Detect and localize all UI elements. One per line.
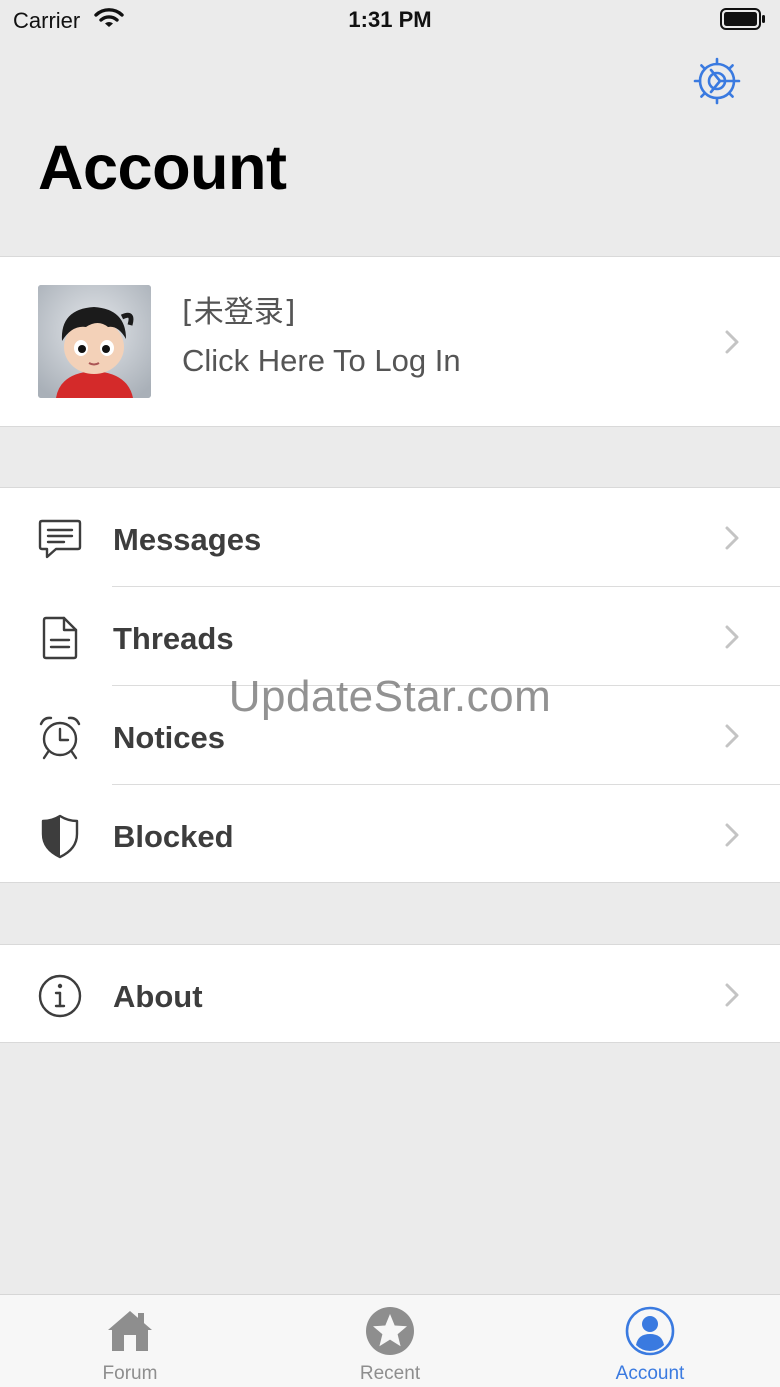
menu-item-label: Threads	[113, 621, 234, 656]
menu-item-notices[interactable]: Notices	[0, 686, 780, 785]
chevron-right-icon	[725, 526, 739, 550]
login-prompt: Click Here To Log In	[182, 343, 461, 378]
settings-button[interactable]	[692, 56, 742, 106]
cartoon-avatar-icon	[38, 285, 151, 398]
account-menu: Messages Threads Notices Blocked	[0, 487, 780, 883]
person-icon	[625, 1306, 675, 1356]
chevron-right-icon	[725, 330, 739, 354]
menu-item-about[interactable]: About	[0, 945, 780, 1044]
status-bar: Carrier 1:31 PM	[0, 0, 780, 40]
chevron-right-icon	[725, 625, 739, 649]
chevron-right-icon	[725, 823, 739, 847]
chevron-right-icon	[725, 724, 739, 748]
tab-recent[interactable]: Recent	[260, 1295, 520, 1387]
clock: 1:31 PM	[348, 7, 432, 32]
house-icon	[108, 1311, 152, 1351]
about-section: About	[0, 944, 780, 1043]
tab-forum[interactable]: Forum	[0, 1295, 260, 1387]
avatar	[38, 285, 151, 398]
chat-bubble-icon	[38, 519, 82, 559]
gear-icon	[693, 57, 741, 105]
menu-item-label: Messages	[113, 522, 262, 557]
shield-icon	[41, 814, 79, 859]
menu-item-threads[interactable]: Threads	[0, 587, 780, 686]
menu-item-messages[interactable]: Messages	[0, 488, 780, 587]
chevron-right-icon	[725, 983, 739, 1007]
tab-bar: Forum Recent Account	[0, 1294, 780, 1387]
page-title: Account	[38, 133, 287, 203]
tab-label: Account	[615, 1363, 685, 1384]
profile-login-row[interactable]: [未登录] Click Here To Log In	[0, 256, 780, 427]
menu-item-label: Blocked	[113, 819, 234, 854]
star-icon	[366, 1307, 414, 1355]
document-icon	[42, 616, 78, 660]
menu-item-blocked[interactable]: Blocked	[0, 785, 780, 884]
battery-icon	[720, 8, 765, 30]
tab-account[interactable]: Account	[520, 1295, 780, 1387]
tab-label: Recent	[359, 1363, 421, 1384]
menu-item-label: Notices	[113, 720, 225, 755]
tab-label: Forum	[102, 1363, 158, 1384]
alarm-clock-icon	[39, 716, 81, 760]
profile-name: [未登录]	[182, 295, 296, 330]
menu-item-label: About	[113, 979, 203, 1014]
info-icon	[38, 974, 82, 1018]
